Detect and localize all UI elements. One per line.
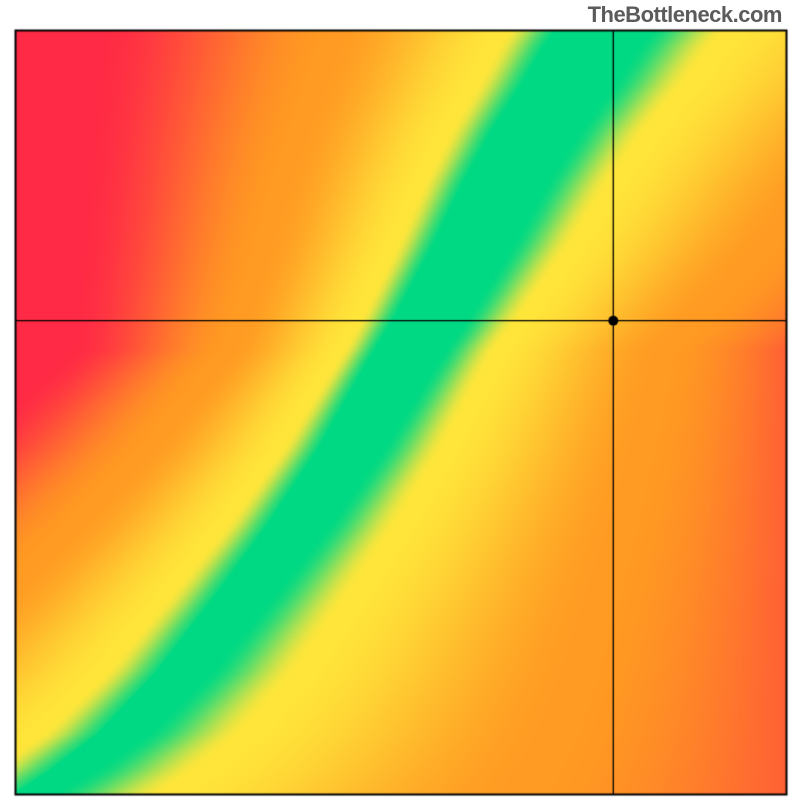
bottleneck-heatmap <box>0 0 800 800</box>
watermark-text: TheBottleneck.com <box>588 2 782 28</box>
chart-container: TheBottleneck.com <box>0 0 800 800</box>
